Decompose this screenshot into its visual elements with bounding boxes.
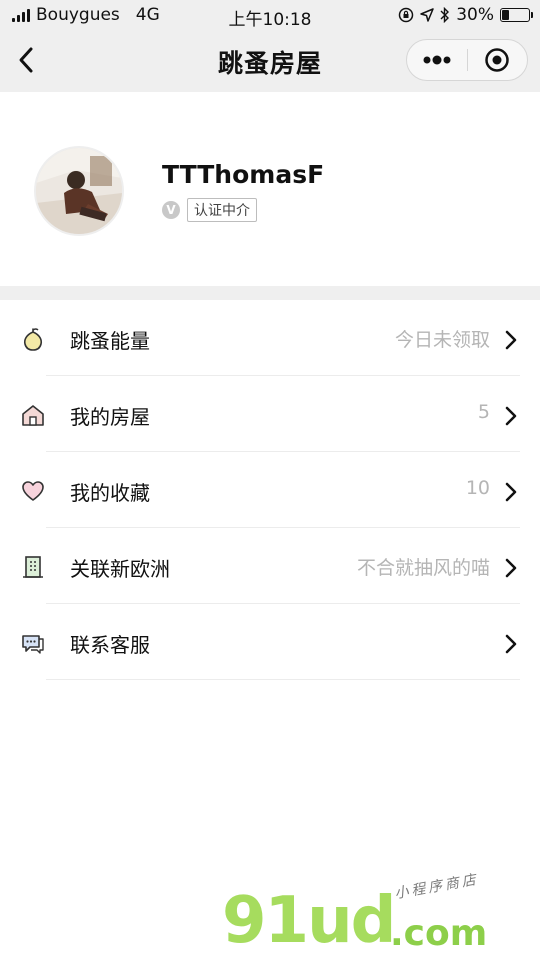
bluetooth-icon <box>440 7 450 23</box>
battery-percent: 30% <box>456 5 494 25</box>
menu-value: 不合就抽风的喵 <box>356 557 490 579</box>
row-divider <box>46 679 520 680</box>
menu-item-my-houses[interactable]: 我的房屋 5 <box>0 376 540 452</box>
menu-value: 10 <box>465 477 490 499</box>
status-bar: Bouygues 4G 上午10:18 30% <box>0 0 540 30</box>
building-icon <box>23 556 43 578</box>
avatar-photo <box>36 148 122 234</box>
menu-item-energy[interactable]: 跳蚤能量 今日未领取 <box>0 300 540 376</box>
watermark-logo: 小程序商店 91ud .com <box>222 872 522 958</box>
more-dots-icon <box>423 55 451 65</box>
profile-section: TTThomasF V 认证中介 <box>0 92 540 286</box>
menu-item-link-neweurope[interactable]: 关联新欧洲 不合就抽风的喵 <box>0 528 540 604</box>
watermark-domain: .com <box>390 913 488 954</box>
menu-value: 5 <box>477 401 490 423</box>
nav-bar: 跳蚤房屋 <box>0 30 540 92</box>
menu-list: 跳蚤能量 今日未领取 我的房屋 5 我的收藏 10 关联新欧洲 不合就抽风的喵 … <box>0 300 540 680</box>
chat-icon <box>22 635 44 654</box>
battery-icon <box>500 8 533 22</box>
chevron-right-icon <box>505 558 517 578</box>
username: TTThomasF <box>162 160 325 189</box>
close-miniprogram-button[interactable] <box>468 40 528 80</box>
section-divider <box>0 286 540 300</box>
gourd-icon <box>23 328 43 351</box>
screen: Bouygues 4G 上午10:18 30% 跳蚤房屋 TTThomasF V… <box>0 0 540 960</box>
verify-row: V 认证中介 <box>162 198 257 222</box>
status-right: 30% <box>398 5 533 25</box>
chevron-right-icon <box>505 634 517 654</box>
verified-v-icon: V <box>162 201 180 219</box>
menu-label: 我的房屋 <box>70 405 150 429</box>
house-icon <box>22 405 44 426</box>
chevron-right-icon <box>505 330 517 350</box>
menu-label: 联系客服 <box>70 633 150 657</box>
heart-icon <box>22 481 44 501</box>
menu-label: 关联新欧洲 <box>70 557 170 581</box>
watermark-brand: 91ud <box>222 884 396 958</box>
menu-label: 跳蚤能量 <box>70 329 150 353</box>
avatar[interactable] <box>36 148 122 234</box>
capsule-menu <box>406 39 528 81</box>
watermark-subtitle: 小程序商店 <box>393 871 480 903</box>
chevron-right-icon <box>505 406 517 426</box>
more-button[interactable] <box>407 40 467 80</box>
battery-fill <box>502 10 509 20</box>
rotation-lock-icon <box>398 7 414 23</box>
menu-value: 今日未领取 <box>394 329 490 351</box>
location-icon <box>420 8 434 22</box>
chevron-right-icon <box>505 482 517 502</box>
target-icon <box>485 48 509 72</box>
verify-tag[interactable]: 认证中介 <box>187 198 257 222</box>
menu-item-favorites[interactable]: 我的收藏 10 <box>0 452 540 528</box>
menu-item-customer-service[interactable]: 联系客服 <box>0 604 540 680</box>
menu-label: 我的收藏 <box>70 481 150 505</box>
